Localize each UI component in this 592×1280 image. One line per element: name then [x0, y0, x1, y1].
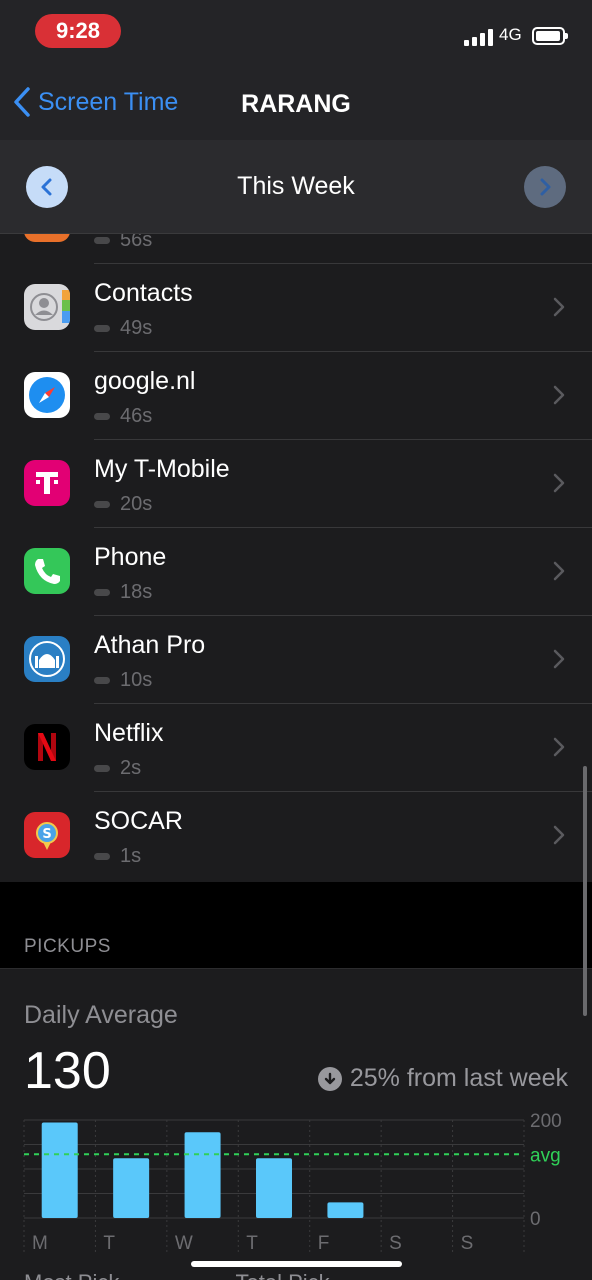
change-text: 25% from last week — [349, 1064, 568, 1092]
chart-bar — [256, 1158, 292, 1218]
app-name: google.nl — [94, 367, 196, 395]
safari-compass-icon — [24, 372, 70, 418]
chevron-right-icon — [553, 473, 565, 493]
chevron-right-icon — [553, 297, 565, 317]
app-duration: 49s — [120, 317, 153, 339]
chart-bar — [113, 1158, 150, 1218]
daily-average-label: Daily Average — [24, 1001, 178, 1029]
home-indicator[interactable] — [191, 1261, 402, 1267]
svg-text:S: S — [42, 827, 51, 842]
y-tick-label: 0 — [530, 1209, 541, 1230]
app-duration: 56s — [120, 234, 153, 251]
mosque-icon — [24, 636, 70, 682]
change-indicator: 25% from last week — [317, 1064, 568, 1093]
chevron-right-icon — [553, 825, 565, 845]
app-name: Athan Pro — [94, 631, 206, 659]
x-tick-label: T — [246, 1233, 258, 1254]
app-name: Contacts — [94, 279, 193, 307]
total-pickups-label: Total Pick — [235, 1270, 329, 1280]
chevron-right-icon — [553, 385, 565, 405]
scroll-indicator[interactable] — [583, 766, 587, 1016]
week-selector: This Week — [0, 140, 592, 234]
network-type: 4G — [499, 25, 522, 44]
list-item[interactable]: Contacts 49s — [0, 264, 592, 352]
app-duration: 10s — [120, 669, 153, 691]
app-duration: 46s — [120, 405, 153, 427]
list-item[interactable]: Phone 18s — [0, 528, 592, 616]
app-duration: 20s — [120, 493, 153, 515]
x-tick-label: F — [318, 1233, 330, 1254]
navigation-bar: Screen Time RARANG — [0, 64, 592, 140]
status-bar: 9:28 4G — [0, 0, 592, 64]
list-item[interactable]: google.nl 46s — [0, 352, 592, 440]
contacts-icon — [24, 284, 70, 330]
arrow-down-circle-icon — [317, 1066, 342, 1091]
x-tick-label: W — [175, 1233, 193, 1254]
average-label: avg — [530, 1145, 561, 1166]
list-item[interactable]: My T-Mobile 20s — [0, 440, 592, 528]
next-week-button[interactable] — [524, 166, 566, 208]
section-header-pickups: PICKUPS — [24, 936, 111, 957]
t-mobile-icon — [24, 460, 70, 506]
x-tick-label: S — [389, 1233, 402, 1254]
app-usage-list: 56s Contacts 49s google.nl 46s My T-Mobi… — [0, 234, 592, 882]
x-tick-label: M — [32, 1233, 48, 1254]
netflix-icon — [24, 724, 70, 770]
x-tick-label: T — [103, 1233, 115, 1254]
daily-average-value: 130 — [24, 1042, 111, 1100]
week-title: This Week — [237, 172, 355, 200]
app-name: SOCAR — [94, 807, 183, 835]
back-button-label: Screen Time — [38, 87, 179, 116]
app-duration: 18s — [120, 581, 153, 603]
app-duration: 2s — [120, 757, 142, 779]
pickups-bar-chart: avg 200 0 M T W T F S S — [23, 1111, 562, 1254]
socar-icon: S — [24, 812, 70, 858]
x-tick-label: S — [461, 1233, 474, 1254]
list-item[interactable]: Athan Pro 10s — [0, 616, 592, 704]
chevron-left-icon — [14, 87, 30, 117]
phone-icon — [24, 548, 70, 594]
list-item[interactable]: 56s — [0, 234, 592, 264]
app-duration: 1s — [120, 845, 142, 867]
most-pickups-label: Most Pick — [24, 1270, 119, 1280]
chevron-right-icon — [553, 649, 565, 669]
battery-icon — [532, 27, 568, 45]
app-name: Netflix — [94, 719, 164, 747]
chevron-right-icon — [553, 561, 565, 581]
list-item[interactable]: Netflix 2s — [0, 704, 592, 792]
chart-bar — [327, 1202, 364, 1218]
status-time[interactable]: 9:28 — [35, 14, 121, 48]
partial-orange-app-icon — [24, 234, 70, 242]
chevron-right-icon — [540, 178, 551, 196]
app-name: My T-Mobile — [94, 455, 230, 483]
signal-icon — [464, 28, 494, 46]
app-name: Phone — [94, 543, 167, 571]
chevron-right-icon — [553, 737, 565, 757]
chart-bar — [41, 1122, 78, 1218]
y-tick-label: 200 — [530, 1111, 562, 1132]
list-item[interactable]: S SOCAR 1s — [0, 792, 592, 880]
cut-off-labels: Most Pick Total Pick — [24, 1270, 330, 1280]
chart-bar — [184, 1132, 221, 1218]
back-button[interactable]: Screen Time — [12, 86, 178, 118]
